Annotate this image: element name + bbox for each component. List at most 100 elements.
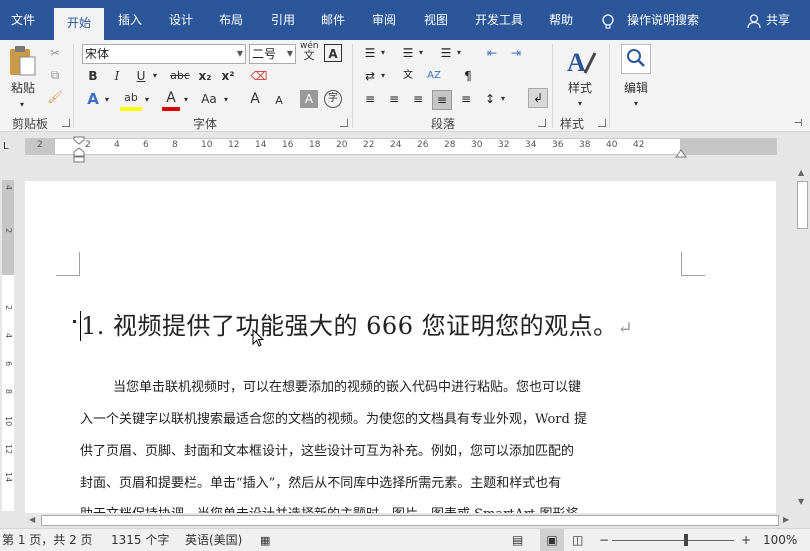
sort-icon[interactable]: AZ	[426, 68, 442, 84]
right-indent-marker-icon[interactable]	[675, 148, 687, 158]
bullets-icon[interactable]: ☰	[362, 45, 378, 61]
chevron-down-icon[interactable]: ▾	[181, 91, 191, 109]
tab-layout[interactable]: 布局	[208, 0, 254, 40]
tab-mailings[interactable]: 邮件	[310, 0, 356, 40]
cut-icon[interactable]: ✂	[47, 45, 63, 61]
change-case-button[interactable]: Aa	[198, 90, 220, 108]
clear-formatting-icon[interactable]: ⌫	[250, 68, 268, 84]
vertical-ruler[interactable]: 4 2 2 4 6 8 10 12 14	[0, 180, 16, 511]
chevron-down-icon[interactable]: ▾	[572, 95, 588, 113]
zoom-slider-track[interactable]	[612, 540, 734, 541]
chevron-down-icon[interactable]: ▾	[378, 67, 388, 85]
chevron-down-icon[interactable]: ▾	[628, 95, 644, 113]
copy-icon[interactable]: ⧉	[47, 67, 63, 83]
tab-review[interactable]: 审阅	[361, 0, 407, 40]
word-count[interactable]: 1315 个字	[111, 529, 169, 551]
heading-text[interactable]: 1. 视频提供了功能强大的 666 您证明您的观点。↵	[81, 306, 633, 341]
zoom-slider-thumb[interactable]	[684, 534, 688, 546]
styles-launcher-icon[interactable]	[598, 119, 606, 127]
font-size-combo[interactable]: 二号 ▼	[249, 44, 296, 64]
paragraph-mark-icon[interactable]: ↲	[528, 88, 548, 108]
scroll-down-icon[interactable]: ▼	[798, 497, 804, 506]
distributed-icon[interactable]: ≡	[458, 91, 474, 107]
character-border-button[interactable]: A	[324, 44, 342, 62]
bold-button[interactable]: B	[84, 67, 102, 85]
vertical-scroll-thumb[interactable]	[797, 181, 808, 229]
macro-icon[interactable]: ▦	[260, 529, 270, 551]
align-right-icon[interactable]: ≡	[410, 91, 426, 107]
line-spacing-icon[interactable]: ↕	[482, 91, 498, 107]
italic-button[interactable]: I	[108, 67, 126, 85]
tab-selector-icon[interactable]: L	[3, 141, 15, 153]
tab-references[interactable]: 引用	[260, 0, 306, 40]
tab-design[interactable]: 设计	[158, 0, 204, 40]
horizontal-ruler[interactable]: 2 2 4 6 8 10 12 14 16 18 20 22 24 26 28 …	[25, 138, 777, 155]
zoom-out-button[interactable]: −	[599, 529, 609, 551]
page-count[interactable]: 第 1 页，共 2 页	[2, 529, 93, 551]
font-color-button[interactable]: A	[162, 89, 180, 111]
chevron-down-icon[interactable]: ▾	[221, 91, 231, 109]
subscript-button[interactable]: x₂	[196, 67, 214, 85]
paste-button[interactable]: 粘贴	[6, 79, 40, 97]
chevron-down-icon[interactable]: ▾	[498, 90, 508, 108]
font-name-combo[interactable]: 宋体 ▼	[82, 44, 246, 64]
shrink-font-button[interactable]: A	[271, 92, 287, 110]
format-painter-icon[interactable]: 🖌	[47, 89, 63, 105]
indent-marker-icon[interactable]	[73, 136, 85, 164]
font-launcher-icon[interactable]	[340, 119, 348, 127]
paste-dropdown-icon[interactable]: ▾	[14, 96, 30, 114]
multilevel-list-icon[interactable]: ☰	[438, 45, 454, 61]
zoom-level[interactable]: 100%	[763, 529, 797, 551]
increase-indent-icon[interactable]: ⇥	[508, 45, 524, 61]
tab-file[interactable]: 文件	[0, 0, 46, 40]
paragraph-line[interactable]: 供了页眉、页脚、封面和文本框设计，这些设计可互为补充。例如，您可以添加匹配的	[80, 440, 685, 459]
clipboard-launcher-icon[interactable]	[62, 119, 70, 127]
tab-insert[interactable]: 插入	[106, 0, 154, 40]
tab-home[interactable]: 开始	[54, 8, 104, 40]
show-marks-icon[interactable]: ¶	[460, 68, 476, 84]
tab-help[interactable]: 帮助	[538, 0, 584, 40]
paragraph-line[interactable]: 助于文档保持协调。当您单击设计并选择新的主题时，图片、图表或 SmartArt …	[80, 503, 685, 513]
read-mode-icon[interactable]: ▤	[512, 529, 523, 551]
paragraph-line[interactable]: 入一个关键字以联机搜索最适合您的文档的视频。为使您的文档具有专业外观，Word …	[80, 408, 685, 427]
decrease-indent-icon[interactable]: ⇤	[484, 45, 500, 61]
justify-icon[interactable]: ≡	[432, 90, 452, 110]
underline-button[interactable]: U	[132, 67, 150, 85]
print-layout-icon[interactable]: ▣	[540, 529, 564, 551]
numbering-icon[interactable]: ☰	[400, 45, 416, 61]
chevron-down-icon[interactable]: ▾	[150, 67, 160, 85]
align-center-icon[interactable]: ≡	[386, 91, 402, 107]
highlight-button[interactable]: ab	[120, 89, 142, 111]
superscript-button[interactable]: x²	[219, 67, 237, 85]
share-button[interactable]: 共享	[766, 0, 790, 40]
asian-layout-icon[interactable]: ⇄	[362, 68, 378, 84]
align-left-icon[interactable]: ≡	[362, 91, 378, 107]
chevron-down-icon[interactable]: ▾	[102, 91, 112, 109]
scroll-left-icon[interactable]: ◀	[29, 515, 35, 524]
paste-icon[interactable]	[7, 45, 37, 77]
find-box[interactable]	[621, 44, 651, 74]
styles-icon[interactable]: A	[565, 45, 597, 77]
enclose-characters-button[interactable]: 字	[324, 90, 342, 108]
web-layout-icon[interactable]: ◫	[572, 529, 583, 551]
chevron-down-icon[interactable]: ▾	[454, 44, 464, 62]
chinese-layout-icon[interactable]: 文	[400, 68, 416, 84]
character-shading-button[interactable]: A	[300, 90, 318, 108]
horizontal-scrollbar[interactable]: ◀ ▶	[25, 513, 795, 528]
scroll-right-icon[interactable]: ▶	[783, 515, 789, 524]
paragraph-line[interactable]: 封面、页眉和提要栏。单击“插入”，然后从不同库中选择所需元素。主题和样式也有	[80, 472, 685, 491]
grow-font-button[interactable]: A	[246, 90, 264, 108]
language-indicator[interactable]: 英语(美国)	[185, 529, 242, 551]
paragraph-launcher-icon[interactable]	[538, 119, 546, 127]
zoom-in-button[interactable]: +	[741, 529, 751, 551]
tab-view[interactable]: 视图	[413, 0, 459, 40]
strikethrough-button[interactable]: abc	[167, 67, 193, 85]
chevron-down-icon[interactable]: ▾	[416, 44, 426, 62]
scroll-up-icon[interactable]: ▲	[798, 168, 804, 177]
document-page[interactable]: 1. 视频提供了功能强大的 666 您证明您的观点。↵ 当您单击联机视频时，可以…	[25, 181, 776, 513]
text-effects-button[interactable]: A	[84, 90, 102, 108]
chevron-down-icon[interactable]: ▾	[142, 91, 152, 109]
paragraph-line[interactable]: 当您单击联机视频时，可以在想要添加的视频的嵌入代码中进行粘贴。您也可以键	[113, 376, 718, 395]
tell-me-search[interactable]: 操作说明搜索	[627, 0, 699, 40]
ribbon-pin-icon[interactable]: ⊣	[790, 116, 806, 132]
